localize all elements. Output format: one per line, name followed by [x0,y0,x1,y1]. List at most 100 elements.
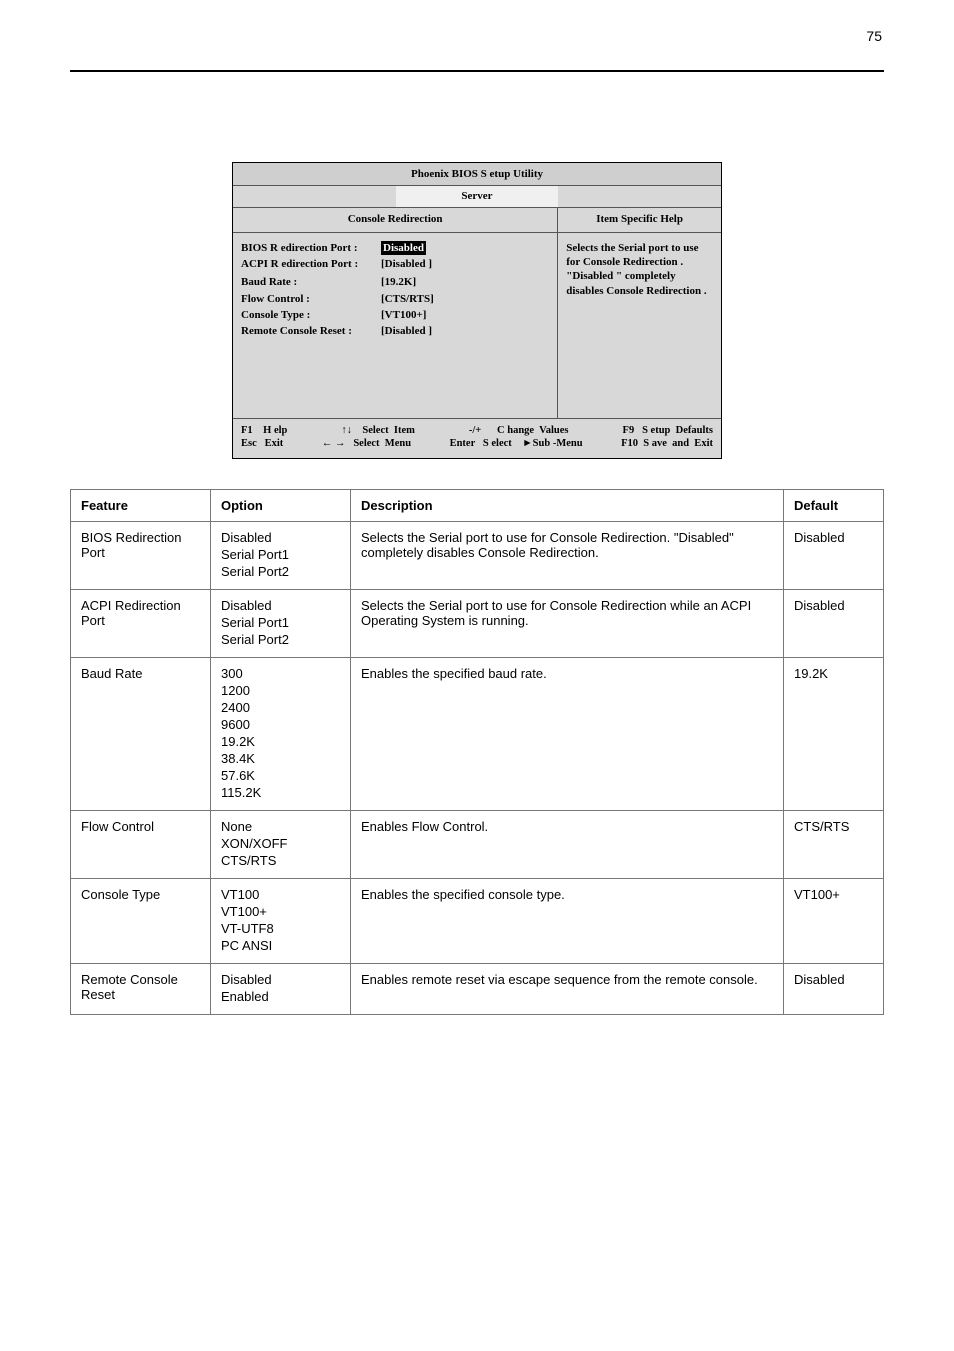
cell-option: Disabled Enabled [211,963,351,1014]
option-item: 38.4K [221,751,340,766]
cell-default: Disabled [784,963,884,1014]
option-item: 115.2K [221,785,340,800]
option-item: Serial Port2 [221,632,340,647]
option-item: 19.2K [221,734,340,749]
cell-feature: Baud Rate [71,657,211,810]
bios-setting-value[interactable]: [Disabled ] [381,257,432,271]
bios-setting-label: Flow Control : [241,292,381,306]
table-row: BIOS Redirection Port Disabled Serial Port… [71,521,884,589]
option-item: XON/XOFF [221,836,340,851]
cell-description: Enables the specified console type. [351,878,784,963]
bios-setting-row[interactable]: Remote Console Reset :[Disabled ] [241,324,549,338]
cell-option: Disabled Serial Port1 Serial Port2 [211,521,351,589]
bios-setting-row[interactable]: Console Type :[VT100+] [241,308,549,322]
th-option: Option [211,489,351,521]
hint-f9-defaults: F9 S etup Defaults [623,424,713,438]
bios-tab-bar: Server [233,186,721,207]
option-item: Disabled [221,598,340,613]
th-feature: Feature [71,489,211,521]
option-item: Disabled [221,972,340,987]
cell-feature: Remote Console Reset [71,963,211,1014]
cell-feature: Console Type [71,878,211,963]
bios-setting-label: BIOS R edirection Port : [241,241,381,255]
bios-window: Phoenix BIOS S etup Utility Server Conso… [232,162,722,459]
bios-tab-server[interactable]: Server [396,186,559,206]
bios-tab-spacer [558,186,721,206]
table-row: ACPI Redirection Port Disabled Serial Port… [71,589,884,657]
option-item: Serial Port2 [221,564,340,579]
bios-setting-value[interactable]: Disabled [381,241,426,255]
cell-default: Disabled [784,589,884,657]
cell-default: Disabled [784,521,884,589]
cell-feature: BIOS Redirection Port [71,521,211,589]
option-item: Serial Port1 [221,615,340,630]
option-item: PC ANSI [221,938,340,953]
option-item: VT-UTF8 [221,921,340,936]
hint-esc-exit: Esc Exit [241,437,283,451]
bios-left-panel: Console Redirection BIOS R edirection Po… [233,208,558,418]
bios-setting-value[interactable]: [CTS/RTS] [381,292,434,306]
settings-table: Feature Option Description Default BIOS … [70,489,884,1015]
option-item: Enabled [221,989,340,1004]
cell-default: CTS/RTS [784,810,884,878]
bios-setting-row[interactable]: Baud Rate :[19.2K] [241,275,549,289]
cell-description: Enables remote reset via escape sequence… [351,963,784,1014]
cell-default: VT100+ [784,878,884,963]
bios-setting-row[interactable]: ACPI R edirection Port :[Disabled ] [241,257,549,271]
hint-change-values: -/+ C hange Values [469,424,569,438]
cell-option: VT100 VT100+ VT-UTF8 PC ANSI [211,878,351,963]
bios-setting-value[interactable]: [VT100+] [381,308,426,322]
cell-default: 19.2K [784,657,884,810]
bios-setting-row[interactable]: BIOS R edirection Port :Disabled [241,241,549,255]
option-item: CTS/RTS [221,853,340,868]
bios-setting-label: ACPI R edirection Port : [241,257,381,271]
table-header-row: Feature Option Description Default [71,489,884,521]
bios-settings-list: BIOS R edirection Port :DisabledACPI R e… [241,241,549,339]
bios-left-heading: Console Redirection [233,208,557,233]
bios-setting-value[interactable]: [Disabled ] [381,324,432,338]
page-number: 75 [866,28,882,44]
bios-help-text: Selects the Serial port to use for Conso… [566,241,713,298]
cell-description: Selects the Serial port to use for Conso… [351,589,784,657]
bios-setting-label: Remote Console Reset : [241,324,381,338]
bios-help-panel: Item Specific Help Selects the Serial po… [558,208,721,418]
option-item: 2400 [221,700,340,715]
cell-option: Disabled Serial Port1 Serial Port2 [211,589,351,657]
option-item: Disabled [221,530,340,545]
option-item: VT100 [221,887,340,902]
option-item: 9600 [221,717,340,732]
bios-setting-value[interactable]: [19.2K] [381,275,416,289]
table-row: Flow ControlNoneXON/XOFFCTS/RTSEnables F… [71,810,884,878]
bios-footer: F1 H elp ↑↓ Select Item -/+ C hange Valu… [233,418,721,458]
page: 75 Phoenix BIOS S etup Utility Server Co… [0,0,954,1351]
option-item: None [221,819,340,834]
bios-screenshot: Phoenix BIOS S etup Utility Server Conso… [232,162,722,459]
option-item: 1200 [221,683,340,698]
bios-setting-label: Console Type : [241,308,381,322]
bios-setting-row[interactable]: Flow Control :[CTS/RTS] [241,292,549,306]
th-default: Default [784,489,884,521]
option-item: 57.6K [221,768,340,783]
bios-body: Console Redirection BIOS R edirection Po… [233,208,721,418]
horizontal-rule [70,70,884,72]
cell-description: Selects the Serial port to use for Conso… [351,521,784,589]
option-item: Serial Port1 [221,547,340,562]
hint-f10-save: F10 S ave and Exit [621,437,713,451]
bios-title: Phoenix BIOS S etup Utility [233,163,721,186]
th-description: Description [351,489,784,521]
cell-description: Enables Flow Control. [351,810,784,878]
table-row: Baud Rate 300 1200 2400 9600 19.2K 38.4K 57.6K 1… [71,657,884,810]
bios-tab-spacer [233,186,396,206]
cell-description: Enables the specified baud rate. [351,657,784,810]
hint-enter-submenu: Enter S elect ►Sub -Menu [450,437,583,451]
cell-feature: ACPI Redirection Port [71,589,211,657]
bios-help-heading: Item Specific Help [558,208,721,233]
hint-select-item: ↑↓ Select Item [341,424,414,438]
cell-option: 300 1200 2400 9600 19.2K 38.4K 57.6K 115.2K [211,657,351,810]
table-row: Console Type VT100 VT100+ VT-UTF8 PC ANSI Ena… [71,878,884,963]
cell-option: None XON/XOFF CTS/RTS [211,810,351,878]
table-row: Remote Console Reset Disabled Enabled Enabl… [71,963,884,1014]
hint-f1-help: F1 H elp [241,424,287,438]
option-item: 300 [221,666,340,681]
option-item: VT100+ [221,904,340,919]
